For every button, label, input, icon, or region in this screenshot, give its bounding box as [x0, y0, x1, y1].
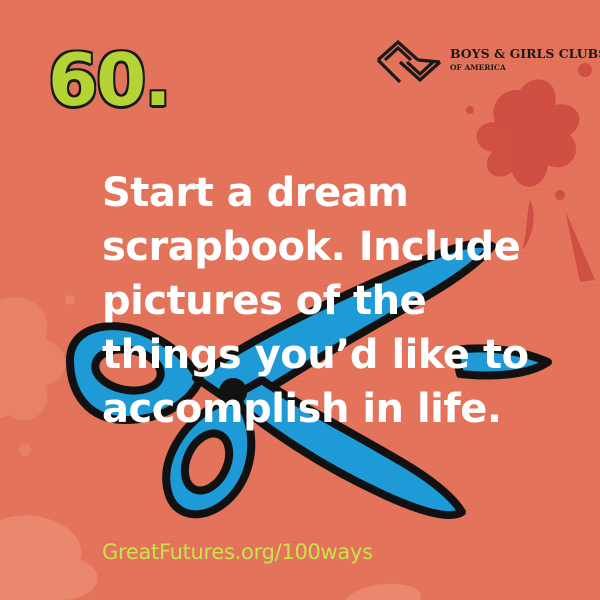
- tip-number: 60.: [48, 38, 172, 122]
- ad-card: 60. BOYS & GIRLS CLUBS OF AMERICA Start …: [0, 0, 600, 600]
- bgca-logo: BOYS & GIRLS CLUBS OF AMERICA: [374, 36, 600, 86]
- logo-name: BOYS & GIRLS CLUBS: [450, 46, 600, 61]
- message-line: pictures of the: [102, 278, 427, 324]
- paint-splatter-left: [0, 295, 75, 456]
- bgca-hands-logo-icon: [376, 39, 442, 84]
- tip-message: Start a dream scrapbook. Include picture…: [102, 166, 582, 436]
- message-line: scrapbook. Include: [102, 224, 521, 270]
- message-line: accomplish in life.: [102, 386, 502, 432]
- website-link[interactable]: GreatFutures.org/100ways: [102, 540, 373, 564]
- logo-subname: OF AMERICA: [450, 63, 506, 72]
- message-line: things you’d like to: [102, 332, 529, 378]
- message-line: Start a dream: [102, 170, 409, 216]
